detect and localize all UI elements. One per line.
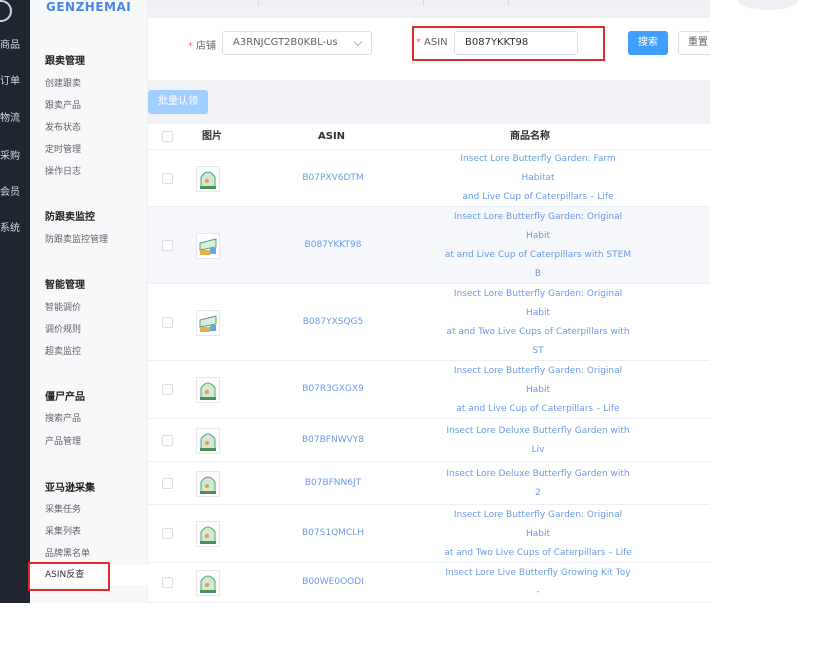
row-checkbox[interactable] [162, 528, 173, 539]
table-row[interactable]: B07PXV6DTM Insect Lore Butterfly Garden: … [148, 150, 710, 240]
sidebar-item-collect-tasks[interactable]: 采集任务 [45, 502, 81, 515]
rail-item-products[interactable]: 商品 [0, 36, 30, 51]
product-thumbnail [196, 470, 220, 497]
product-title-line: Insect Lore Deluxe Butterfly Garden with… [446, 425, 630, 455]
product-thumbnail [196, 377, 220, 403]
row-checkbox[interactable] [162, 316, 173, 328]
select-all-checkbox[interactable] [162, 131, 173, 142]
asin-link[interactable]: B07S1QMCLH [298, 528, 368, 538]
row-checkbox[interactable] [162, 477, 173, 489]
table-header: 图片 ASIN 商品名称 [148, 124, 710, 150]
store-select-value: A3RNJCGT2B0KBL-us [233, 37, 338, 48]
product-title-line: at and Live Cup of Caterpillars with STE… [444, 249, 632, 279]
product-title-line: Insect Lore Butterfly Garden: Original H… [453, 288, 623, 318]
column-header-name: 商品名称 [510, 131, 550, 142]
app-window: 商品 订单 物流 采购 会员 系统 GENZHEMAI 跟卖管理 创建跟卖 跟卖… [0, 0, 834, 647]
brand-logo: GENZHEMAI [46, 0, 136, 16]
rail-item-purchasing[interactable]: 采购 [0, 147, 30, 162]
main-content: * 店铺 A3RNJCGT2B0KBL-us * ASIN B087YKKT98 搜… [148, 6, 718, 616]
product-title-line: Insect Lore Butterfly Garden: Original H… [453, 365, 623, 395]
column-header-image: 图片 [202, 131, 222, 142]
product-title-line: Insect Lore Butterfly Garden: Farm Habit… [460, 154, 616, 183]
group-title-smart-manage: 智能管理 [45, 280, 85, 291]
app-logo-icon [0, 0, 12, 22]
sidebar-item-smart-pricing[interactable]: 智能调价 [45, 300, 81, 313]
product-title-line: Insect Lore Live Butterfly Growing Kit T… [445, 568, 631, 597]
store-label: * 店铺 [188, 41, 216, 52]
product-title-line: at and Two Live Cups of Caterpillars wit… [446, 326, 630, 356]
product-thumbnail [196, 570, 220, 596]
bottom-blank-area [0, 603, 834, 647]
group-title-zombie-products: 僵尸产品 [45, 392, 85, 403]
rail-item-members[interactable]: 会员 [0, 183, 30, 198]
table-row[interactable]: B087YKKT98 Insect Lore Butterfly Garden: … [148, 207, 710, 336]
product-thumbnail [196, 165, 220, 192]
right-blank-area [710, 0, 834, 603]
asin-link[interactable]: B07BFNN6JT [298, 478, 368, 488]
sidebar-item-operation-log[interactable]: 操作日志 [45, 164, 81, 177]
group-title-amazon-collect: 亚马逊采集 [45, 483, 95, 494]
product-thumbnail [196, 232, 220, 259]
sidebar: GENZHEMAI 跟卖管理 创建跟卖 跟卖产品 发布状态 定时管理 操作日志 … [30, 0, 148, 603]
table-row[interactable]: B07R3GXGX9 Insect Lore Butterfly Garden: … [148, 361, 710, 452]
brand-text: GENZHEMAI [46, 0, 132, 14]
rail-item-system[interactable]: 系统 [0, 219, 30, 234]
main-nav-rail: 商品 订单 物流 采购 会员 系统 [0, 0, 30, 603]
row-checkbox[interactable] [162, 577, 173, 588]
sidebar-item-search-products[interactable]: 搜索产品 [45, 411, 81, 424]
chevron-down-icon [353, 37, 363, 47]
table-row[interactable]: B07BFNN6JT Insect Lore Deluxe Butterfly G… [148, 462, 710, 517]
column-header-asin: ASIN [318, 131, 346, 142]
row-checkbox[interactable] [162, 239, 173, 251]
product-thumbnail [196, 521, 220, 547]
product-title-line: Insect Lore Butterfly Garden: Original H… [453, 211, 623, 241]
rail-item-orders[interactable]: 订单 [0, 72, 30, 87]
row-checkbox[interactable] [162, 172, 173, 184]
group-title-anti-follow: 防跟卖监控 [45, 212, 95, 223]
asin-highlight-annotation [412, 26, 605, 61]
table-row[interactable]: B00WE0OODI Insect Lore Live Butterfly Gro… [148, 563, 710, 616]
product-thumbnail [196, 309, 220, 336]
sidebar-item-schedule[interactable]: 定时管理 [45, 142, 81, 155]
group-title-follow-sell: 跟卖管理 [45, 56, 85, 67]
batch-claim-button[interactable]: 批量认领 [148, 90, 208, 114]
sidebar-item-publish-status[interactable]: 发布状态 [45, 120, 81, 133]
sidebar-item-pricing-rules[interactable]: 调价规则 [45, 322, 81, 335]
row-checkbox[interactable] [162, 384, 173, 395]
rail-item-logistics[interactable]: 物流 [0, 109, 30, 124]
table-row[interactable]: B07BFNWVY8 Insect Lore Deluxe Butterfly G… [148, 419, 710, 493]
table-row[interactable]: B087YXSQG5 Insect Lore Butterfly Garden: … [148, 284, 710, 413]
asin-link[interactable]: B07R3GXGX9 [298, 384, 368, 394]
sidebar-item-product-manage[interactable]: 产品管理 [45, 434, 81, 447]
store-select[interactable]: A3RNJCGT2B0KBL-us [222, 31, 372, 55]
search-button[interactable]: 搜索 [628, 31, 668, 55]
asin-link[interactable]: B00WE0OODI [298, 577, 368, 587]
sidebar-item-create-follow[interactable]: 创建跟卖 [45, 76, 81, 89]
results-table: 图片 ASIN 商品名称 B07PXV6DTM Insect Lore Butte… [148, 124, 710, 616]
sidebar-item-brand-blacklist[interactable]: 品牌黑名单 [45, 546, 90, 559]
row-checkbox[interactable] [162, 434, 173, 446]
asin-link[interactable]: B087YKKT98 [298, 240, 368, 250]
product-title-line: Insect Lore Deluxe Butterfly Garden with… [446, 468, 630, 498]
table-row[interactable]: B07S1QMCLH Insect Lore Butterfly Garden: … [148, 505, 710, 596]
product-thumbnail [196, 427, 220, 454]
sidebar-item-follow-products[interactable]: 跟卖产品 [45, 98, 81, 111]
sidebar-item-anti-follow-monitor[interactable]: 防跟卖监控管理 [45, 232, 108, 245]
asin-link[interactable]: B087YXSQG5 [298, 317, 368, 327]
sidebar-item-oversell-monitor[interactable]: 超卖监控 [45, 344, 81, 357]
sidebar-highlight-annotation [28, 562, 110, 591]
sidebar-item-collect-list[interactable]: 采集列表 [45, 524, 81, 537]
product-title-line: Insect Lore Butterfly Garden: Original H… [453, 509, 623, 539]
asin-link[interactable]: B07PXV6DTM [298, 173, 368, 183]
asin-link[interactable]: B07BFNWVY8 [298, 435, 368, 445]
